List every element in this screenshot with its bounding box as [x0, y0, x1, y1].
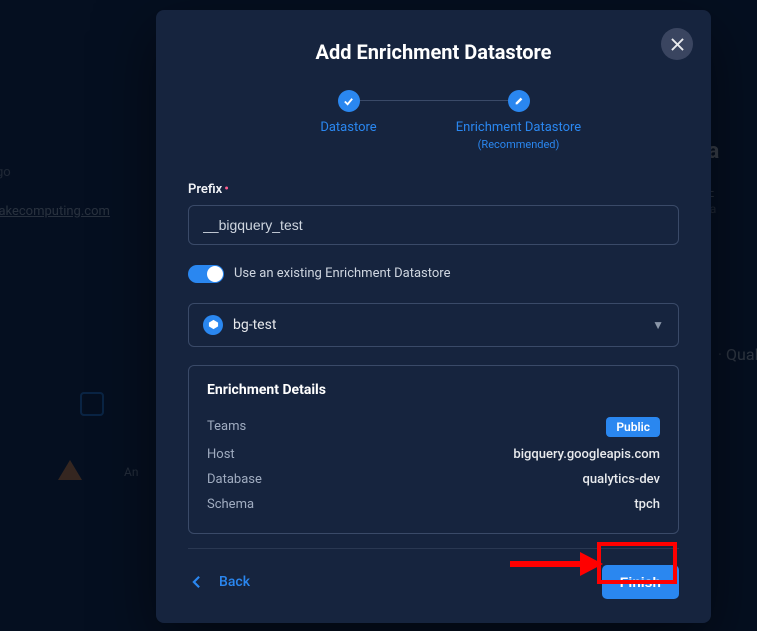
- stepper-line: [359, 100, 509, 101]
- detail-row-schema: Schema tpch: [207, 492, 660, 517]
- detail-label-host: Host: [207, 447, 235, 462]
- details-title: Enrichment Details: [207, 382, 660, 398]
- step-label-2-text: Enrichment Datastore: [456, 120, 581, 135]
- step-label-2: Enrichment Datastore (Recommended): [456, 120, 581, 154]
- prefix-label: Prefix•: [188, 182, 679, 197]
- bigquery-icon: [203, 315, 223, 335]
- detail-row-database: Database qualytics-dev: [207, 467, 660, 492]
- close-button[interactable]: [661, 28, 693, 60]
- use-existing-label: Use an existing Enrichment Datastore: [234, 266, 450, 281]
- back-button[interactable]: Back: [188, 568, 254, 596]
- step-label-1: Datastore: [320, 120, 376, 137]
- detail-label-schema: Schema: [207, 497, 254, 512]
- use-existing-toggle-row: Use an existing Enrichment Datastore: [188, 265, 679, 283]
- detail-value-database: qualytics-dev: [583, 472, 660, 487]
- enrichment-details: Enrichment Details Teams Public Host big…: [188, 365, 679, 534]
- finish-button[interactable]: Finish: [602, 565, 679, 599]
- detail-label-database: Database: [207, 472, 262, 487]
- required-indicator: •: [224, 182, 229, 197]
- footer-divider: [188, 548, 679, 549]
- stepper: Datastore Enrichment Datastore (Recommen…: [188, 90, 679, 154]
- close-icon: [671, 38, 684, 51]
- step-datastore[interactable]: Datastore: [264, 90, 434, 137]
- use-existing-toggle[interactable]: [188, 265, 224, 283]
- toggle-knob: [207, 266, 223, 282]
- datastore-select[interactable]: bg-test ▼: [188, 303, 679, 347]
- detail-value-host: bigquery.googleapis.com: [513, 447, 660, 462]
- back-label: Back: [219, 574, 250, 590]
- detail-label-teams: Teams: [207, 419, 246, 434]
- step-edit-icon: [508, 90, 530, 112]
- prefix-input[interactable]: [188, 205, 679, 245]
- detail-row-teams: Teams Public: [207, 412, 660, 442]
- modal-footer: Back Finish: [188, 565, 679, 599]
- datastore-select-value: bg-test: [233, 317, 642, 333]
- detail-row-host: Host bigquery.googleapis.com: [207, 442, 660, 467]
- step-label-2-sub: (Recommended): [478, 138, 560, 151]
- prefix-label-text: Prefix: [188, 182, 222, 197]
- modal-title: Add Enrichment Datastore: [188, 40, 679, 64]
- chevron-left-icon: [192, 575, 201, 589]
- teams-public-badge: Public: [606, 417, 660, 437]
- add-enrichment-datastore-modal: Add Enrichment Datastore Datastore Enric…: [156, 10, 711, 623]
- step-check-icon: [338, 90, 360, 112]
- chevron-down-icon: ▼: [652, 318, 664, 332]
- detail-value-schema: tpch: [634, 497, 660, 512]
